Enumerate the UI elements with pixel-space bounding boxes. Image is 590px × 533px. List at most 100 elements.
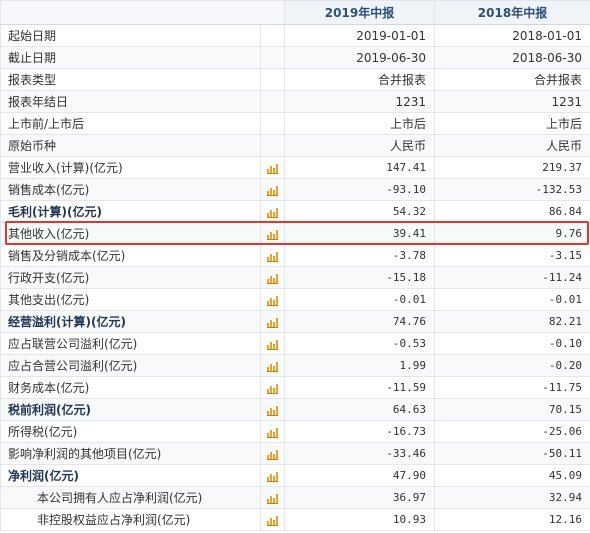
value-2019: -16.73 [284,420,435,443]
value-2018: -25.06 [434,420,590,443]
value-2019: 36.97 [284,486,435,509]
table-row: 其他收入(亿元) 39.41 9.76 [0,222,590,245]
row-chart-cell[interactable] [260,398,285,421]
bar-chart-icon[interactable] [267,295,278,306]
table-row: 应占合营公司溢利(亿元) 1.99 -0.20 [0,354,590,377]
value-2018: 9.76 [434,222,590,245]
value-2019: 人民币 [284,134,435,157]
value-2019: 47.90 [284,464,435,487]
row-label: 截止日期 [0,46,261,69]
table-row: 财务成本(亿元) -11.59 -11.75 [0,376,590,399]
bar-chart-icon[interactable] [267,273,278,284]
table-row: 报表类型 合并报表 合并报表 [0,68,590,91]
row-label: 其他收入(亿元) [0,222,261,245]
bar-chart-icon[interactable] [267,515,278,526]
value-2018: -11.75 [434,376,590,399]
bar-chart-icon[interactable] [267,471,278,482]
row-chart-cell [260,134,285,157]
bar-chart-icon[interactable] [267,251,278,262]
table-row: 原始币种 人民币 人民币 [0,134,590,157]
table-row: 起始日期 2019-01-01 2018-01-01 [0,24,590,47]
bar-chart-icon[interactable] [267,185,278,196]
row-chart-cell[interactable] [260,376,285,399]
row-chart-cell [260,90,285,113]
value-2018: -0.20 [434,354,590,377]
row-chart-cell [260,46,285,69]
row-chart-cell[interactable] [260,508,285,531]
row-chart-cell[interactable] [260,222,285,245]
value-2019: 74.76 [284,310,435,333]
value-2018: 上市后 [434,112,590,135]
table-row: 所得税(亿元) -16.73 -25.06 [0,420,590,443]
row-chart-cell [260,68,285,91]
value-2019: -33.46 [284,442,435,465]
bar-chart-icon[interactable] [267,339,278,350]
row-chart-cell[interactable] [260,442,285,465]
row-label: 原始币种 [0,134,261,157]
row-label: 毛利(计算)(亿元) [0,200,261,223]
value-2018: 32.94 [434,486,590,509]
row-chart-cell[interactable] [260,244,285,267]
column-header-2018[interactable]: 2018年中报 [434,0,590,25]
value-2018: -132.53 [434,178,590,201]
bar-chart-icon[interactable] [267,163,278,174]
row-chart-cell[interactable] [260,288,285,311]
row-chart-cell[interactable] [260,178,285,201]
value-2018: 219.37 [434,156,590,179]
row-label: 报表类型 [0,68,261,91]
value-2018: -0.01 [434,288,590,311]
value-2019: 10.93 [284,508,435,531]
value-2018: 45.09 [434,464,590,487]
row-chart-cell[interactable] [260,332,285,355]
row-chart-cell [260,24,285,47]
table-row: 非控股权益应占净利润(亿元) 10.93 12.16 [0,508,590,531]
value-2019: -93.10 [284,178,435,201]
row-chart-cell[interactable] [260,354,285,377]
bar-chart-icon[interactable] [267,383,278,394]
value-2018: 86.84 [434,200,590,223]
table-row: 应占联营公司溢利(亿元) -0.53 -0.10 [0,332,590,355]
row-label: 经营溢利(计算)(亿元) [0,310,261,333]
row-chart-cell[interactable] [260,200,285,223]
row-chart-cell[interactable] [260,464,285,487]
bar-chart-icon[interactable] [267,449,278,460]
value-2019: 54.32 [284,200,435,223]
row-chart-cell[interactable] [260,420,285,443]
row-label: 影响净利润的其他项目(亿元) [0,442,261,465]
bar-chart-icon[interactable] [267,427,278,438]
bar-chart-icon[interactable] [267,207,278,218]
value-2019: -0.01 [284,288,435,311]
value-2018: -0.10 [434,332,590,355]
row-chart-cell[interactable] [260,486,285,509]
column-header-2019[interactable]: 2019年中报 [284,0,435,25]
bar-chart-icon[interactable] [267,493,278,504]
row-chart-cell[interactable] [260,310,285,333]
table-row: 其他支出(亿元) -0.01 -0.01 [0,288,590,311]
bar-chart-icon[interactable] [267,229,278,240]
row-chart-cell [260,112,285,135]
value-2018: -50.11 [434,442,590,465]
table-row: 报表年结日 1231 1231 [0,90,590,113]
income-statement-table: 2019年中报 2018年中报 起始日期 2019-01-01 2018-01-01… [0,0,590,531]
table-row: 销售及分销成本(亿元) -3.78 -3.15 [0,244,590,267]
row-chart-cell[interactable] [260,156,285,179]
bar-chart-icon[interactable] [267,361,278,372]
row-label: 本公司拥有人应占净利润(亿元) [0,486,261,509]
value-2018: -3.15 [434,244,590,267]
bar-chart-icon[interactable] [267,405,278,416]
table-row: 营业收入(计算)(亿元) 147.41 219.37 [0,156,590,179]
table-row: 上市前/上市后 上市后 上市后 [0,112,590,135]
row-label: 起始日期 [0,24,261,47]
bar-chart-icon[interactable] [267,317,278,328]
value-2019: 1.99 [284,354,435,377]
row-label: 所得税(亿元) [0,420,261,443]
table-row: 影响净利润的其他项目(亿元) -33.46 -50.11 [0,442,590,465]
header-blank-cell [0,0,285,25]
row-chart-cell[interactable] [260,266,285,289]
value-2019: -11.59 [284,376,435,399]
row-label: 销售及分销成本(亿元) [0,244,261,267]
table-row: 销售成本(亿元) -93.10 -132.53 [0,178,590,201]
value-2018: -11.24 [434,266,590,289]
value-2019: -0.53 [284,332,435,355]
value-2019: -15.18 [284,266,435,289]
